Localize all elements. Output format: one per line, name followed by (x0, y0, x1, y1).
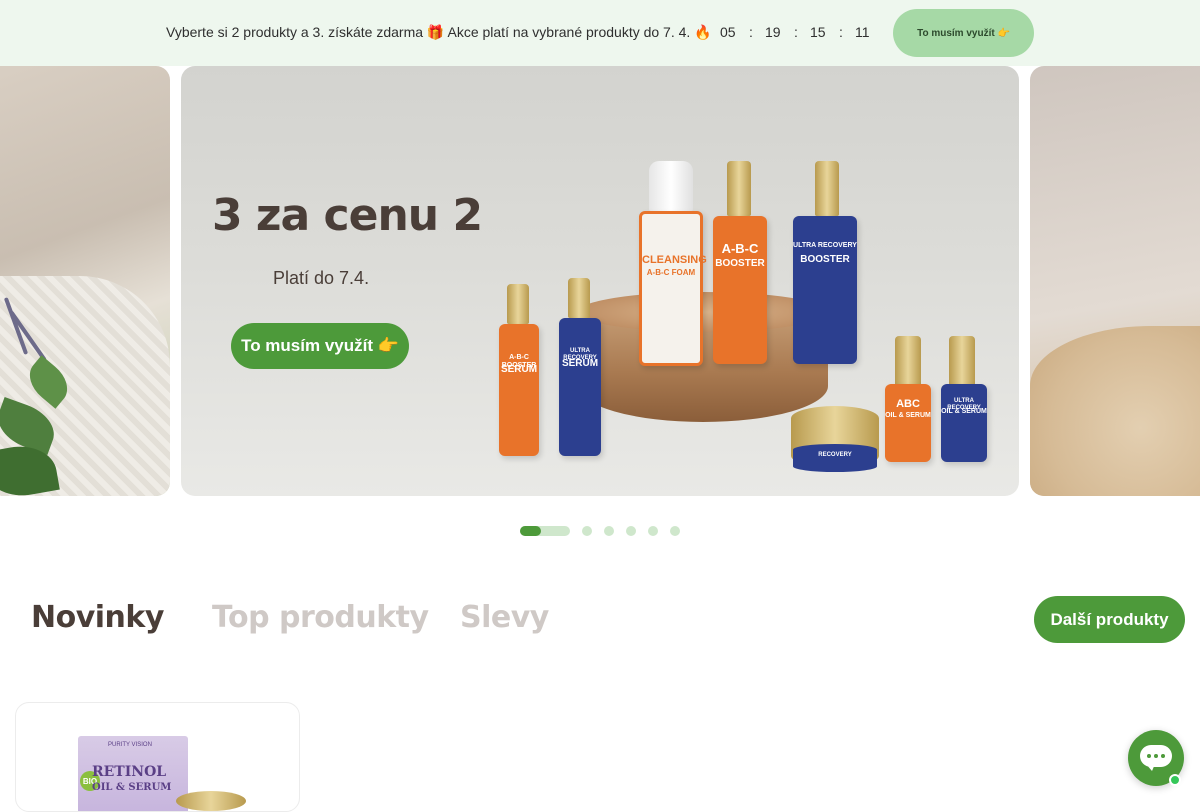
bottle-cap (507, 284, 529, 324)
bottle-cap (568, 278, 590, 318)
product-abc-oil-serum: ABC OIL & SERUM (885, 384, 931, 462)
product-label: OIL & SERUM (885, 412, 931, 419)
bottle-cap (727, 161, 751, 216)
product-jar-lid (176, 791, 246, 811)
hero-cta-button[interactable]: To musím využít 👉 (231, 323, 409, 369)
countdown-seconds: 11 (855, 24, 870, 40)
product-label: RECOVERY (818, 452, 852, 458)
product-label: OIL & SERUM (941, 408, 987, 415)
countdown-minutes: 15 (810, 24, 826, 40)
hero-subtitle: Platí do 7.4. (273, 268, 370, 288)
product-label: A-B-C FOAM (646, 268, 696, 277)
promo-text: Vyberte si 2 produkty a 3. získáte zdarm… (166, 24, 712, 40)
countdown-separator: : (794, 24, 798, 40)
carousel-dot-5[interactable] (648, 526, 658, 536)
product-cleansing-foam: CLEANSING A-B-C FOAM (639, 211, 707, 366)
carousel-dot-4[interactable] (626, 526, 636, 536)
promo-cta-button[interactable]: To musím využít 👉 (893, 9, 1034, 57)
chat-dot (1147, 754, 1151, 758)
carousel-prev-slide[interactable] (0, 66, 170, 496)
tab-top-produkty[interactable]: Top produkty (212, 600, 429, 635)
product-image: PURITY VISION BIO RETINOL OIL & SERUM (78, 736, 188, 811)
countdown-separator: : (749, 24, 753, 40)
carousel-dot-3[interactable] (604, 526, 614, 536)
product-abc-booster: A-B-C BOOSTER (713, 216, 767, 364)
product-name: RETINOL (92, 764, 167, 780)
chat-dot (1154, 754, 1158, 758)
product-card[interactable]: PURITY VISION BIO RETINOL OIL & SERUM (15, 702, 300, 812)
bottle-cap (895, 336, 921, 386)
promo-bar: Vyberte si 2 produkty a 3. získáte zdarm… (0, 0, 1200, 66)
carousel-dot-6[interactable] (670, 526, 680, 536)
product-label: SERUM (500, 364, 538, 375)
product-label: ABC (896, 398, 920, 410)
carousel-progress (520, 526, 541, 536)
chat-bubble-icon (1140, 745, 1172, 767)
carousel-next-slide[interactable] (1030, 66, 1200, 496)
online-status-icon (1169, 774, 1181, 786)
product-label: CLEANSING (642, 254, 707, 266)
product-brand: PURITY VISION (108, 742, 152, 748)
carousel-dot-1[interactable] (520, 526, 570, 536)
product-label: SERUM (561, 358, 599, 369)
countdown-separator: : (839, 24, 843, 40)
countdown-days: 05 (720, 24, 736, 40)
more-products-button[interactable]: Další produkty (1034, 596, 1185, 643)
product-recovery-balm: RECOVERY (793, 444, 877, 472)
tab-slevy[interactable]: Slevy (460, 600, 549, 635)
bottle-cap (949, 336, 975, 386)
product-ultra-recovery-booster: ULTRA RECOVERY BOOSTER (793, 216, 857, 364)
product-subname: OIL & SERUM (92, 782, 172, 793)
chat-tail (1146, 764, 1155, 771)
tab-novinky[interactable]: Novinky (31, 600, 164, 635)
wood-pedestal-top (578, 292, 828, 332)
product-ultra-recovery-serum: ULTRA RECOVERY SERUM (559, 318, 601, 456)
hero-title: 3 za cenu 2 (212, 190, 483, 241)
bottle-cap (815, 161, 839, 216)
countdown-hours: 19 (765, 24, 781, 40)
product-label: BOOSTER (800, 254, 850, 265)
carousel-dot-2[interactable] (582, 526, 592, 536)
product-ultra-recovery-oil: ULTRA RECOVERY OIL & SERUM (941, 384, 987, 462)
sand-image (1030, 326, 1200, 496)
foam-pump (649, 161, 693, 211)
product-label: ULTRA RECOVERY (793, 242, 857, 249)
chat-dot (1161, 754, 1165, 758)
product-abc-booster-serum: A-B-C BOOSTER SERUM (499, 324, 539, 456)
product-label: A-B-C (721, 241, 759, 256)
product-label: BOOSTER (715, 258, 765, 269)
